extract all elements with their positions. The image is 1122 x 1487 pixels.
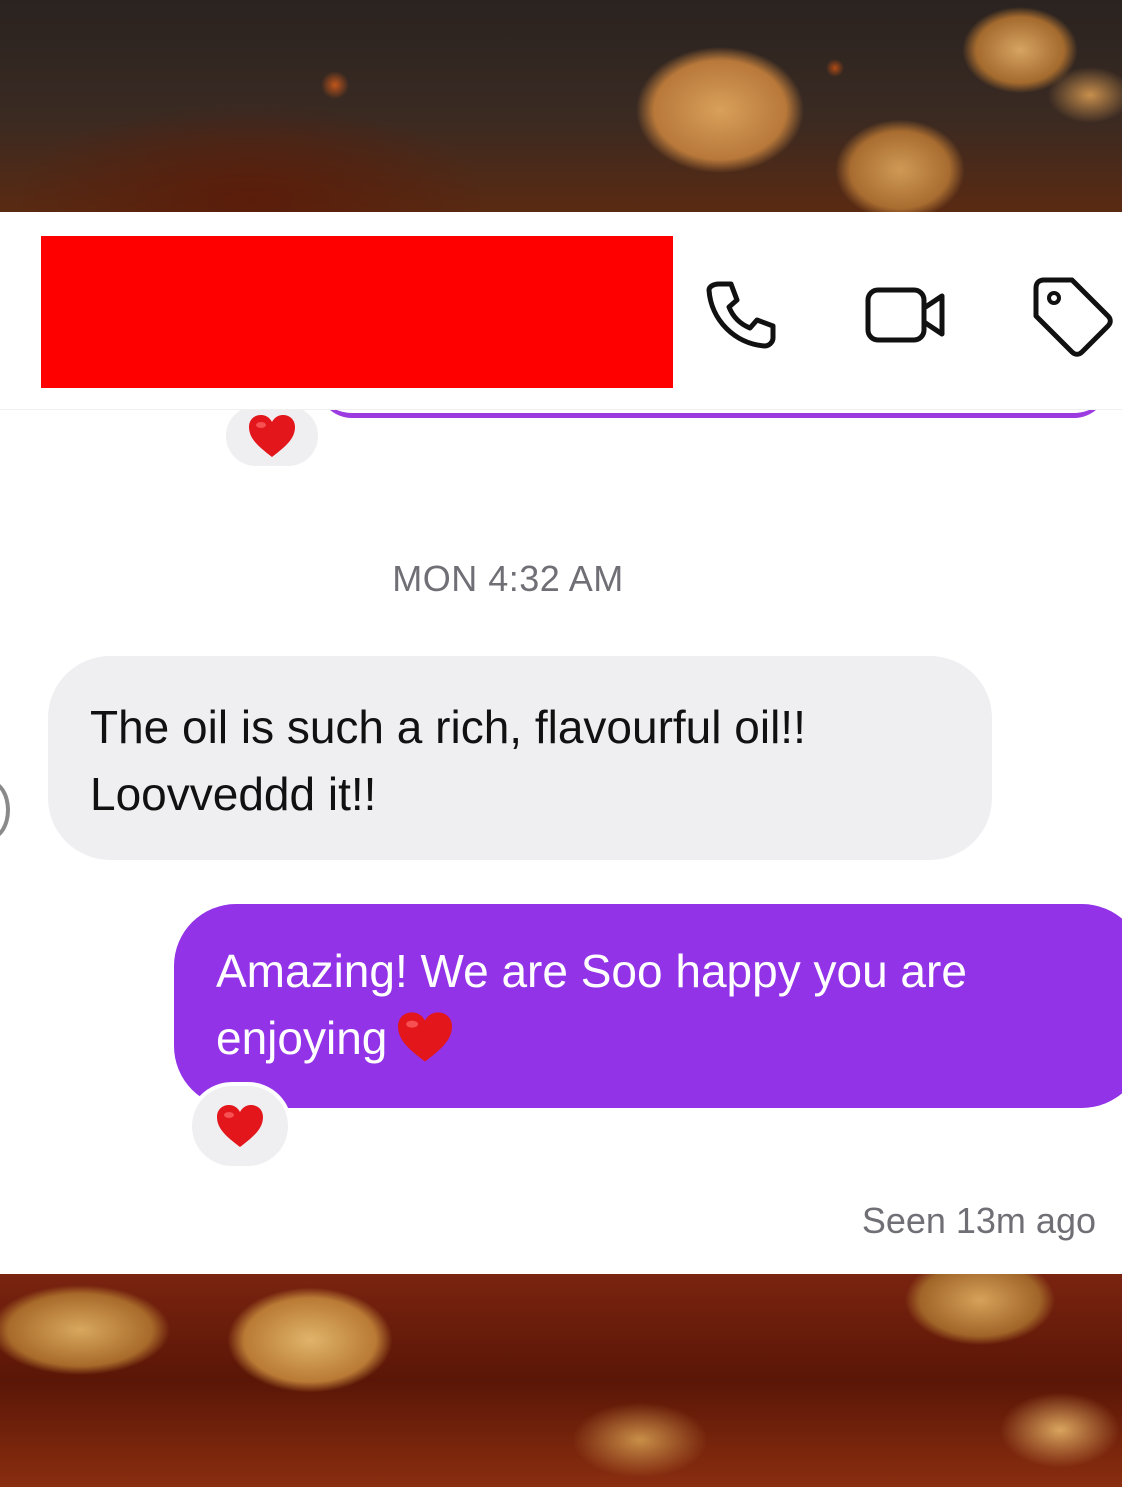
heart-emoji-icon [249, 415, 295, 457]
reaction-badge[interactable] [188, 1082, 292, 1170]
outgoing-message-text: enjoying [216, 1012, 388, 1064]
heart-emoji-icon [217, 1105, 263, 1147]
video-call-button[interactable] [862, 270, 952, 360]
heart-emoji-icon [398, 1012, 453, 1062]
food-photo-banner-bottom [0, 1274, 1122, 1487]
tag-icon [1033, 277, 1113, 357]
message-thread[interactable]: MON 4:32 AM The oil is such a rich, flav… [0, 410, 1122, 1274]
sender-avatar[interactable] [0, 780, 10, 840]
outgoing-message-line-2: enjoying [216, 1005, 1104, 1072]
voice-call-button[interactable] [695, 270, 785, 360]
phone-icon [706, 281, 776, 349]
message-timestamp: MON 4:32 AM [392, 558, 624, 599]
outgoing-message-line: Amazing! We are Soo happy you are [216, 945, 967, 997]
tag-button[interactable] [1026, 270, 1116, 360]
chat-header [0, 212, 1122, 410]
reaction-badge[interactable] [222, 410, 322, 470]
previous-outgoing-bubble [318, 410, 1108, 418]
outgoing-message-bubble[interactable]: Amazing! We are Soo happy you are enjoyi… [174, 904, 1122, 1108]
incoming-message-line: Loovveddd it!! [90, 768, 377, 820]
incoming-message-bubble[interactable]: The oil is such a rich, flavourful oil!!… [48, 656, 992, 860]
food-photo-banner-top [0, 0, 1122, 212]
video-camera-icon [865, 287, 945, 343]
seen-status: Seen 13m ago [861, 1200, 1096, 1241]
incoming-message-line: The oil is such a rich, flavourful oil!! [90, 701, 806, 753]
redacted-contact-name [41, 236, 673, 388]
